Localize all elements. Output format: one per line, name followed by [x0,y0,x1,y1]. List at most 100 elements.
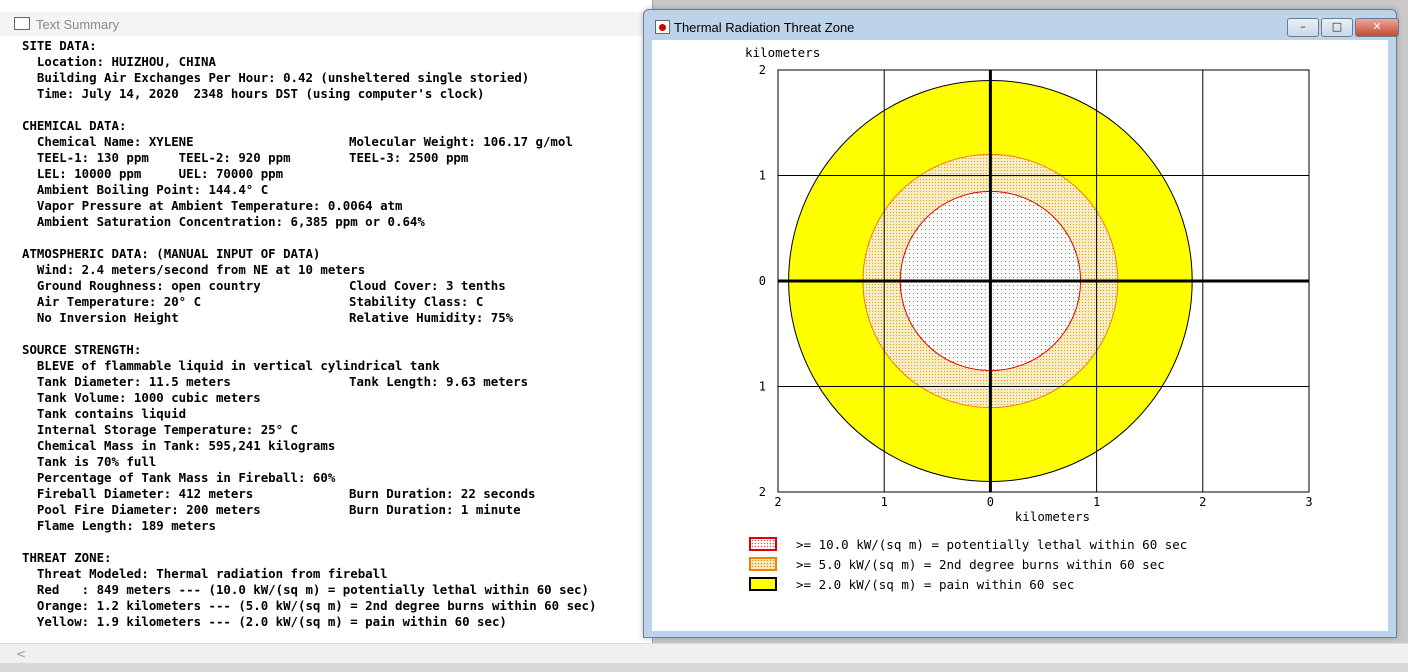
summary-line-text: Ground Roughness: open country [22,278,261,293]
legend-label: >= 10.0 kW/(sq m) = potentially lethal w… [796,537,1188,552]
scroll-left-icon[interactable]: < [16,647,26,661]
minimize-button[interactable]: – [1287,18,1319,37]
close-icon: ✕ [1372,20,1382,33]
summary-line: Ambient Boiling Point: 144.4° C [22,182,647,198]
legend-swatch [749,577,777,591]
summary-line-text: Vapor Pressure at Ambient Temperature: 0… [22,198,403,213]
text-summary-titlebar[interactable]: Text Summary [0,12,652,36]
summary-line-text: Tank Volume: 1000 cubic meters [22,390,261,405]
summary-line-text: SITE DATA: [22,38,97,53]
summary-line-col2: Molecular Weight: 106.17 g/mol [349,134,573,149]
summary-line-col2: Tank Length: 9.63 meters [349,374,529,389]
summary-line: Chemical Mass in Tank: 595,241 kilograms [22,438,647,454]
summary-line: BLEVE of flammable liquid in vertical cy… [22,358,647,374]
summary-line-text: Red : 849 meters --- (10.0 kW/(sq m) = p… [22,582,589,597]
summary-line-text: LEL: 10000 ppm UEL: 70000 ppm [22,166,284,181]
summary-line: Tank Diameter: 11.5 meters Tank Length: 9… [22,374,647,390]
status-strip [0,663,1408,672]
summary-line-text: Chemical Name: XYLENE [22,134,194,149]
summary-line-text: Time: July 14, 2020 2348 hours DST (usin… [22,86,485,101]
summary-line-text: ATMOSPHERIC DATA: (MANUAL INPUT OF DATA) [22,246,321,261]
summary-line: Building Air Exchanges Per Hour: 0.42 (u… [22,70,647,86]
summary-line-col2: Relative Humidity: 75% [349,310,514,325]
summary-line-text: Ambient Saturation Concentration: 6,385 … [22,214,425,229]
summary-line-text: THREAT ZONE: [22,550,112,565]
y-tick-label: 1 [759,169,766,183]
summary-line: TEEL-1: 130 ppm TEEL-2: 920 ppm TEEL-3: 2… [22,150,647,166]
summary-line [22,230,647,246]
summary-line: Wind: 2.4 meters/second from NE at 10 me… [22,262,647,278]
y-tick-label: 2 [759,485,766,499]
summary-line-text: Pool Fire Diameter: 200 meters [22,502,261,517]
close-button[interactable]: ✕ [1355,18,1399,37]
threat-zone-chart: 2 1 0 1 2 3 2 1 0 1 2 kilometers kilometers [745,45,1313,524]
summary-line [22,326,647,342]
y-tick-label: 1 [759,380,766,394]
x-tick-label: 3 [1305,495,1312,509]
summary-line-text: Building Air Exchanges Per Hour: 0.42 (u… [22,70,530,85]
minimize-icon: – [1300,20,1306,33]
summary-line-text: Tank contains liquid [22,406,187,421]
summary-line: Tank Volume: 1000 cubic meters [22,390,647,406]
summary-line: Ground Roughness: open country Cloud Cove… [22,278,647,294]
summary-line-text: Tank Diameter: 11.5 meters [22,374,231,389]
summary-line-text: BLEVE of flammable liquid in vertical cy… [22,358,440,373]
y-tick-label: 2 [759,63,766,77]
summary-text: SITE DATA: Location: HUIZHOU, CHINA Buil… [22,38,647,630]
summary-line-col2: Cloud Cover: 3 tenths [349,278,506,293]
horizontal-scrollbar[interactable]: < [0,643,1408,664]
maximize-button[interactable]: □ [1321,18,1353,37]
summary-line-col2: Stability Class: C [349,294,484,309]
summary-line: Fireball Diameter: 412 meters Burn Durati… [22,486,647,502]
legend-swatch [749,537,777,551]
summary-line-text: Chemical Mass in Tank: 595,241 kilograms [22,438,336,453]
summary-line-col2: Burn Duration: 1 minute [349,502,521,517]
summary-line: Air Temperature: 20° C Stability Class: C [22,294,647,310]
summary-line: ATMOSPHERIC DATA: (MANUAL INPUT OF DATA) [22,246,647,262]
summary-line: Yellow: 1.9 kilometers --- (2.0 kW/(sq m… [22,614,647,630]
summary-line: Percentage of Tank Mass in Fireball: 60% [22,470,647,486]
y-tick-label: 0 [759,274,766,288]
summary-line-text: TEEL-1: 130 ppm TEEL-2: 920 ppm [22,150,291,165]
y-axis-label: kilometers [745,45,820,60]
window-title: Thermal Radiation Threat Zone [674,20,855,35]
notepad-icon [14,17,30,30]
summary-line-text: Yellow: 1.9 kilometers --- (2.0 kW/(sq m… [22,614,507,629]
summary-line-col2: TEEL-3: 2500 ppm [349,150,469,165]
summary-line: No Inversion Height Relative Humidity: 75… [22,310,647,326]
red-dot-icon [655,20,670,34]
summary-line: Ambient Saturation Concentration: 6,385 … [22,214,647,230]
summary-line: THREAT ZONE: [22,550,647,566]
maximize-icon: □ [1331,20,1343,33]
summary-line-text: Tank is 70% full [22,454,157,469]
text-summary-window: Text Summary SITE DATA: Location: HUIZHO… [0,0,653,672]
legend-label: >= 2.0 kW/(sq m) = pain within 60 sec [796,577,1075,592]
summary-line: Tank contains liquid [22,406,647,422]
x-tick-label: 0 [987,495,994,509]
summary-line-text: Location: HUIZHOU, CHINA [22,54,216,69]
x-axis-label: kilometers [1015,509,1090,524]
summary-line-text: CHEMICAL DATA: [22,118,127,133]
summary-line: SITE DATA: [22,38,647,54]
summary-line-text: Air Temperature: 20° C [22,294,202,309]
summary-line: Time: July 14, 2020 2348 hours DST (usin… [22,86,647,102]
summary-line: Location: HUIZHOU, CHINA [22,54,647,70]
summary-line: Threat Modeled: Thermal radiation from f… [22,566,647,582]
summary-line-text: Orange: 1.2 kilometers --- (5.0 kW/(sq m… [22,598,597,613]
summary-line-text: Fireball Diameter: 412 meters [22,486,254,501]
summary-line: Internal Storage Temperature: 25° C [22,422,647,438]
summary-line: Chemical Name: XYLENE Molecular Weight: 1… [22,134,647,150]
threat-zone-plot-pane: 2 1 0 1 2 3 2 1 0 1 2 kilometers kilometers >= 10.0 … [652,40,1388,631]
window-title: Text Summary [36,17,120,32]
summary-line [22,102,647,118]
summary-line: LEL: 10000 ppm UEL: 70000 ppm [22,166,647,182]
summary-line: Pool Fire Diameter: 200 meters Burn Durat… [22,502,647,518]
legend-swatch [749,557,777,571]
summary-line-text: Flame Length: 189 meters [22,518,216,533]
summary-line [22,534,647,550]
summary-line-text: SOURCE STRENGTH: [22,342,142,357]
summary-line-text: Threat Modeled: Thermal radiation from f… [22,566,388,581]
summary-line-col2: Burn Duration: 22 seconds [349,486,536,501]
summary-line-text: Ambient Boiling Point: 144.4° C [22,182,269,197]
threat-zone-titlebar[interactable]: Thermal Radiation Threat Zone – □ ✕ [644,10,1399,40]
